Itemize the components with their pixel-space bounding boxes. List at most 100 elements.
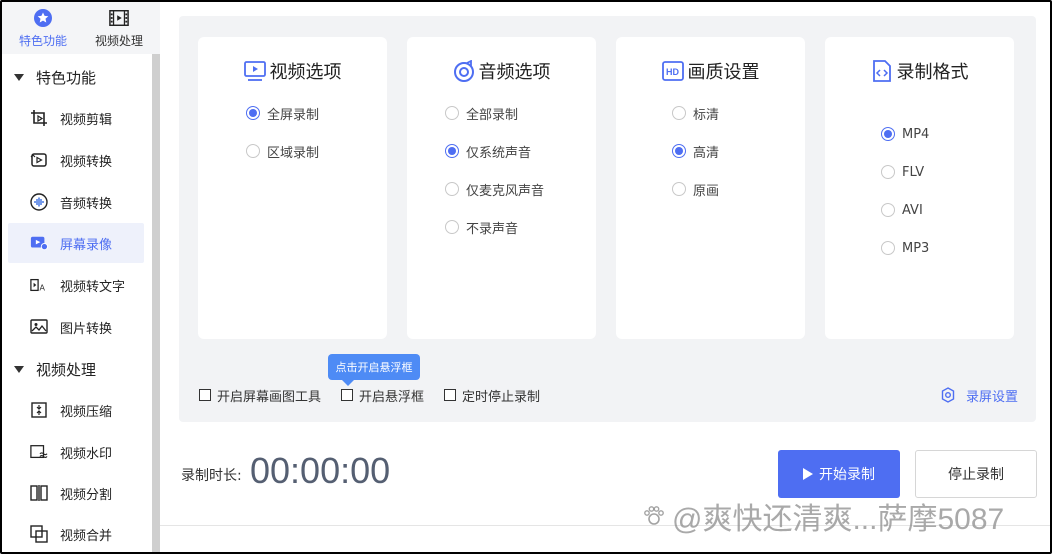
app-window: 特色功能 视频处理 特色功能 视频剪辑 视频转换 音频转换 屏幕录像 A 视频转…	[0, 0, 1052, 554]
record-settings-link[interactable]: 录屏设置	[940, 385, 1018, 405]
merge-icon	[30, 525, 48, 543]
radio-indicator	[881, 127, 895, 141]
radio-indicator	[881, 203, 895, 217]
checkbox-box	[341, 389, 353, 401]
radio-indicator	[445, 182, 459, 196]
group-video-processing-label: 视频处理	[36, 360, 97, 379]
radio-indicator	[881, 165, 895, 179]
audio-wave-icon	[30, 193, 48, 211]
sidebar-item-video-merge[interactable]: 视频合并	[8, 514, 144, 552]
radio-indicator	[672, 144, 686, 158]
tab-featured-label: 特色功能	[18, 33, 67, 48]
duration-timer: 00:00:00	[250, 450, 391, 491]
radio-indicator	[672, 182, 686, 196]
tab-featured[interactable]: 特色功能	[8, 2, 78, 54]
radio-no-audio[interactable]: 不录声音	[445, 217, 518, 237]
group-featured[interactable]: 特色功能	[2, 57, 152, 97]
sidebar-scrollbar[interactable]	[152, 54, 160, 552]
sidebar-item-label: 视频分割	[60, 487, 113, 503]
radio-indicator	[672, 106, 686, 120]
sidebar-item-image-convert[interactable]: 图片转换	[8, 307, 144, 347]
quality-settings-title: HD 画质设置	[616, 57, 805, 85]
sidebar-item-label: 视频合并	[60, 528, 113, 544]
duration-label: 录制时长:	[181, 468, 242, 484]
radio-avi[interactable]: AVI	[881, 200, 923, 220]
film-icon	[109, 8, 129, 28]
audio-disc-icon	[453, 60, 475, 82]
compress-icon	[30, 401, 48, 419]
radio-indicator	[246, 144, 260, 158]
radio-mp4[interactable]: MP4	[881, 124, 929, 144]
video-play-icon	[243, 60, 266, 82]
radio-sd[interactable]: 标清	[672, 103, 719, 123]
caret-down-icon	[14, 365, 24, 373]
watermark-icon	[30, 443, 48, 461]
svg-text:A: A	[39, 283, 45, 292]
sidebar-item-label: 图片转换	[60, 321, 113, 337]
sidebar: 特色功能 视频处理 特色功能 视频剪辑 视频转换 音频转换 屏幕录像 A 视频转…	[2, 2, 160, 552]
image-convert-icon	[30, 318, 48, 336]
record-format-card: 录制格式 MP4 FLV AVI MP3	[825, 37, 1014, 339]
radio-fullscreen[interactable]: 全屏录制	[246, 103, 319, 123]
radio-mp3[interactable]: MP3	[881, 238, 929, 258]
sidebar-item-video-edit[interactable]: 视频剪辑	[8, 98, 144, 138]
start-record-button[interactable]: 开始录制	[778, 450, 900, 498]
paw-icon	[642, 504, 666, 528]
radio-indicator	[445, 106, 459, 120]
radio-all-audio[interactable]: 全部录制	[445, 103, 518, 123]
radio-hd[interactable]: 高清	[672, 141, 719, 161]
checkbox-box	[444, 389, 456, 401]
group-featured-label: 特色功能	[36, 68, 97, 87]
radio-flv[interactable]: FLV	[881, 162, 924, 182]
caret-down-icon	[14, 73, 24, 81]
options-panel: 视频选项 全屏录制 区域录制 音频选项 全部录制 仅系统声音 仅麦克风声音 不录…	[179, 16, 1036, 422]
split-icon	[30, 484, 48, 502]
sidebar-tabs: 特色功能 视频处理	[2, 2, 160, 54]
sidebar-item-label: 音频转换	[60, 196, 113, 212]
group-video-processing[interactable]: 视频处理	[2, 349, 152, 389]
radio-indicator	[445, 220, 459, 234]
radio-mic-audio[interactable]: 仅麦克风声音	[445, 179, 544, 199]
svg-text:HD: HD	[666, 67, 679, 77]
sidebar-item-screen-record[interactable]: 屏幕录像	[8, 223, 144, 263]
sidebar-item-video-to-text[interactable]: A 视频转文字	[8, 265, 144, 305]
play-icon	[803, 468, 813, 480]
radio-system-audio[interactable]: 仅系统声音	[445, 141, 531, 161]
tab-video-processing-label: 视频处理	[94, 33, 143, 48]
sidebar-item-label: 视频剪辑	[60, 112, 113, 128]
checkbox-timer-stop[interactable]: 定时停止录制	[444, 386, 540, 405]
record-format-title: 录制格式	[825, 57, 1014, 85]
audio-options-card: 音频选项 全部录制 仅系统声音 仅麦克风声音 不录声音	[407, 37, 596, 339]
crop-video-icon	[30, 109, 48, 127]
watermark: @爽快还清爽...萨摩5087	[642, 496, 1004, 536]
checkbox-box	[199, 389, 211, 401]
sidebar-item-label: 视频转文字	[60, 279, 126, 295]
radio-indicator	[246, 106, 260, 120]
sidebar-item-label: 视频压缩	[60, 404, 113, 420]
checkbox-draw-tool[interactable]: 开启屏幕画图工具	[199, 386, 321, 405]
radio-original[interactable]: 原画	[672, 179, 719, 199]
radio-indicator	[445, 144, 459, 158]
sidebar-item-video-compress[interactable]: 视频压缩	[8, 390, 144, 430]
tab-video-processing[interactable]: 视频处理	[84, 2, 154, 54]
sidebar-item-label: 视频水印	[60, 446, 113, 462]
sidebar-item-video-watermark[interactable]: 视频水印	[8, 432, 144, 472]
hd-icon: HD	[661, 60, 684, 82]
sidebar-item-label: 视频转换	[60, 154, 113, 170]
video-options-card: 视频选项 全屏录制 区域录制	[198, 37, 387, 339]
screen-record-icon	[30, 234, 48, 252]
sidebar-item-video-split[interactable]: 视频分割	[8, 473, 144, 513]
audio-options-title: 音频选项	[407, 57, 596, 85]
radio-indicator	[881, 241, 895, 255]
sidebar-item-label: 屏幕录像	[60, 237, 113, 253]
float-window-tooltip: 点击开启悬浮框	[328, 354, 420, 386]
gear-icon	[940, 387, 956, 403]
stop-record-button[interactable]: 停止录制	[915, 450, 1037, 498]
checkbox-float-window[interactable]: 开启悬浮框	[341, 386, 424, 405]
video-to-text-icon: A	[30, 276, 48, 294]
convert-video-icon	[30, 151, 48, 169]
sidebar-item-video-convert[interactable]: 视频转换	[8, 140, 144, 180]
radio-region[interactable]: 区域录制	[246, 141, 319, 161]
quality-settings-card: HD 画质设置 标清 高清 原画	[616, 37, 805, 339]
sidebar-item-audio-convert[interactable]: 音频转换	[8, 182, 144, 222]
